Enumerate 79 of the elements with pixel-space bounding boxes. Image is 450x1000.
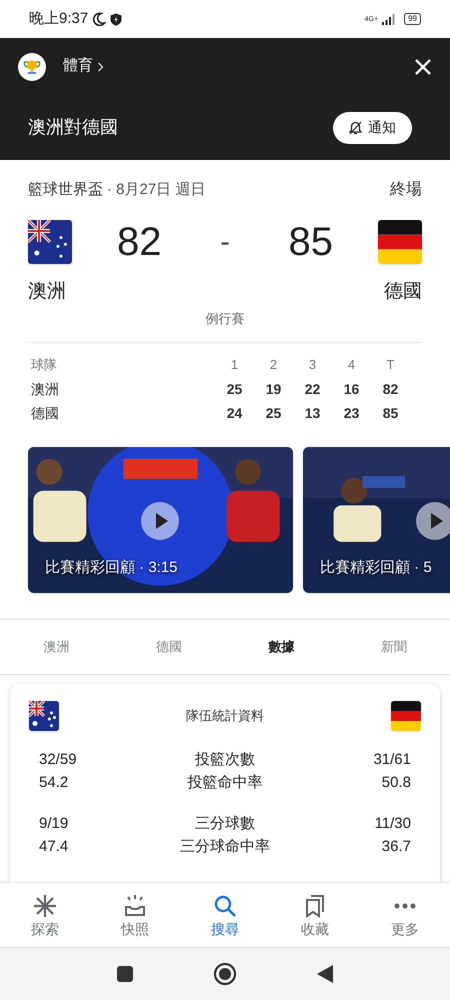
play-icon [416, 502, 450, 540]
close-icon[interactable] [414, 58, 432, 76]
nav-tab[interactable]: 更多 [360, 883, 450, 947]
stat-value: 31/61 [373, 750, 411, 770]
section-tab[interactable]: 德國 [112, 620, 225, 674]
score-cell-text: 22 [304, 380, 322, 398]
score-cell-text: 25 [226, 380, 244, 398]
notify-button[interactable]: 通知 [333, 112, 412, 144]
stat-value: 36.7 [382, 837, 411, 858]
score-cell-text: 16 [342, 380, 360, 398]
score-cell-text: 13 [304, 404, 322, 422]
team-score: 85 [288, 222, 333, 262]
column-header: 1 [230, 356, 240, 374]
section-tab[interactable]: 澳洲 [0, 620, 112, 674]
stat-label: 三分球數 [195, 814, 255, 834]
search-icon [213, 894, 237, 918]
video-caption: 比賽精彩回顧 · 3:15 [45, 558, 178, 578]
stat-label: 投籃命中率 [188, 773, 262, 794]
team-name: 德國 [384, 280, 422, 304]
signal-icon [382, 14, 396, 24]
video-card[interactable]: 比賽精彩回顧 · 5 [303, 447, 450, 593]
australia-flag-icon [29, 701, 59, 731]
match-status: 終場 [390, 180, 422, 200]
asterisk-icon [33, 894, 57, 918]
column-header: 2 [268, 356, 278, 374]
stat-label: 三分球命中率 [180, 837, 270, 858]
chevron-icon [97, 62, 104, 72]
shield-icon [110, 12, 122, 26]
snapshot-icon [123, 894, 147, 918]
nav-tab[interactable]: 收藏 [270, 883, 360, 947]
column-header: 3 [308, 356, 318, 374]
status-time: 晚上9:37 [29, 8, 88, 29]
score-separator: - [220, 228, 230, 256]
back-icon[interactable] [317, 965, 333, 983]
nav-tab[interactable]: 快照 [90, 883, 180, 947]
stat-value: 9/19 [39, 814, 70, 834]
nav-tab[interactable]: 探索 [0, 883, 90, 947]
team-cell-text: 澳洲 [31, 380, 60, 398]
recents-icon[interactable] [117, 966, 133, 982]
section-tab[interactable]: 新聞 [338, 620, 450, 674]
column-header: 4 [346, 356, 356, 374]
germany-flag-icon [391, 701, 421, 731]
score-cell-text: 25 [264, 404, 282, 422]
home-icon[interactable] [213, 962, 237, 986]
moon-icon [92, 12, 106, 26]
column-header: T [386, 356, 396, 374]
australia-flag-icon [28, 220, 72, 264]
column-header: 球隊 [31, 356, 58, 374]
bookmarks-icon [304, 894, 326, 918]
round-label: 例行賽 [206, 310, 244, 328]
stat-value: 11/30 [374, 814, 411, 834]
score-cell-text: 85 [382, 404, 400, 422]
score-cell-text: 23 [342, 404, 360, 422]
stat-value: 47.4 [39, 837, 70, 858]
team-score: 82 [117, 222, 162, 262]
section-tab[interactable]: 數據 [225, 620, 338, 674]
video-card[interactable]: 比賽精彩回顧 · 3:15 [28, 447, 293, 593]
more-icon [393, 902, 417, 910]
germany-flag-icon [378, 220, 422, 264]
team-name: 澳洲 [28, 280, 66, 304]
breadcrumb-link[interactable]: 體育 [63, 55, 93, 78]
team-cell-text: 德國 [31, 404, 60, 422]
stat-label: 投籃次數 [195, 750, 255, 770]
battery-indicator: 99 [404, 13, 421, 25]
score-cell-text: 82 [382, 380, 400, 398]
video-caption: 比賽精彩回顧 · 5 [320, 558, 432, 578]
stats-title: 隊伍統計資料 [186, 707, 264, 726]
nav-tab[interactable]: 搜尋 [180, 883, 270, 947]
page-title: 澳洲對德國 [28, 116, 118, 139]
bell-icon [349, 120, 362, 134]
stat-value: 54.2 [39, 773, 70, 794]
trophy-icon [18, 52, 46, 80]
score-cell-text: 24 [226, 404, 244, 422]
play-icon [141, 502, 179, 540]
competition-name: 籃球世界盃 [28, 180, 103, 200]
stat-value: 50.8 [382, 773, 411, 794]
stat-value: 32/59 [39, 750, 78, 770]
match-date: · 8月27日 週日 [107, 180, 206, 200]
score-cell-text: 19 [264, 380, 282, 398]
